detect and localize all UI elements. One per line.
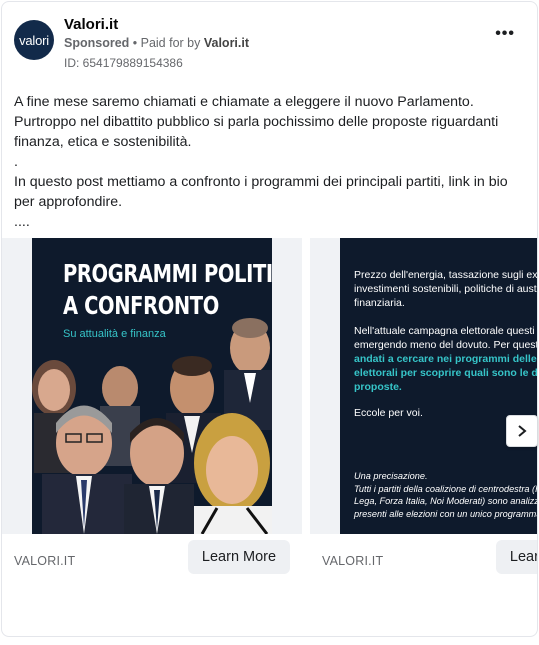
poster-image-2[interactable]: Prezzo dell'energia, tassazione sugli ex… [340,238,538,534]
sponsored-meta: Sponsored • Paid for by Valori.it [64,36,249,50]
chevron-right-icon [518,425,527,437]
page-name-link[interactable]: Valori.it [64,16,118,33]
ad-body-text: A fine mese saremo chiamati e chiamate a… [14,92,524,232]
poster-subtitle: Su attualità e finanza [63,328,166,340]
paid-for-prefix: • Paid for by [129,36,204,50]
collage-figure-meloni [194,413,272,534]
card-footer-2: VALORI.IT Learn More [310,534,537,584]
library-id: ID: 654179889154386 [64,56,183,70]
poster-title-line-2: A CONFRONTO [63,291,219,320]
poster2-paragraph-1: Prezzo dell'energia, tassazione sugli ex… [354,269,538,309]
advertiser-name: Valori.it [203,36,250,50]
ad-card: valori Valori.it Sponsored • Paid for by… [1,1,538,637]
carousel: PROGRAMMI POLITICI A CONFRONTO Su attual… [2,238,538,584]
carousel-card-2[interactable]: Prezzo dell'energia, tassazione sugli ex… [310,238,538,584]
card-footer-1: VALORI.IT Learn More [2,534,302,584]
poster2-paragraph-2: Nell'attuale campagna elettorale questi … [354,324,537,394]
learn-more-button-1[interactable]: Learn More [188,540,290,574]
learn-more-button-2[interactable]: Learn More [496,540,537,574]
ad-header: valori Valori.it Sponsored • Paid for by… [14,16,525,72]
card-domain-1[interactable]: VALORI.IT [14,554,75,568]
sponsored-label: Sponsored [64,36,130,50]
poster-image-1[interactable]: PROGRAMMI POLITICI A CONFRONTO Su attual… [32,238,272,534]
avatar[interactable]: valori [14,20,54,60]
carousel-next-button[interactable] [506,415,538,447]
ad-body-paragraph: A fine mese saremo chiamati e chiamate a… [14,94,508,230]
carousel-card-1[interactable]: PROGRAMMI POLITICI A CONFRONTO Su attual… [2,238,302,584]
poster2-note: Una precisazione. Tutti i partiti della … [354,471,538,519]
card-domain-2[interactable]: VALORI.IT [322,554,383,568]
more-options-icon[interactable]: ••• [495,26,515,42]
poster2-paragraph-2-text: Nell'attuale campagna elettorale questi … [354,325,537,351]
poster-title-line-1: PROGRAMMI POLITICI [63,259,272,288]
poster-title: PROGRAMMI POLITICI A CONFRONTO [63,258,272,322]
